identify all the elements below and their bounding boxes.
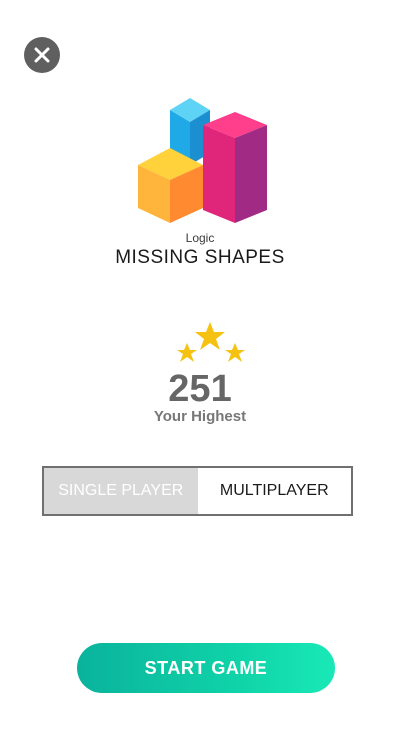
highest-score: 251 bbox=[168, 368, 232, 410]
close-icon bbox=[34, 47, 50, 63]
three-stars-icon bbox=[177, 322, 245, 362]
game-category: Logic bbox=[185, 231, 215, 245]
player-mode-toggle: SINGLE PLAYER MULTIPLAYER bbox=[42, 466, 353, 516]
game-title: MISSING SHAPES bbox=[115, 247, 285, 268]
single-player-option[interactable]: SINGLE PLAYER bbox=[44, 468, 198, 514]
close-button[interactable] bbox=[24, 37, 60, 73]
highest-score-label: Your Highest bbox=[153, 408, 247, 425]
start-game-button[interactable]: START GAME bbox=[77, 643, 335, 693]
stacked-cubes-icon bbox=[138, 98, 267, 223]
multiplayer-option[interactable]: MULTIPLAYER bbox=[197, 468, 351, 514]
